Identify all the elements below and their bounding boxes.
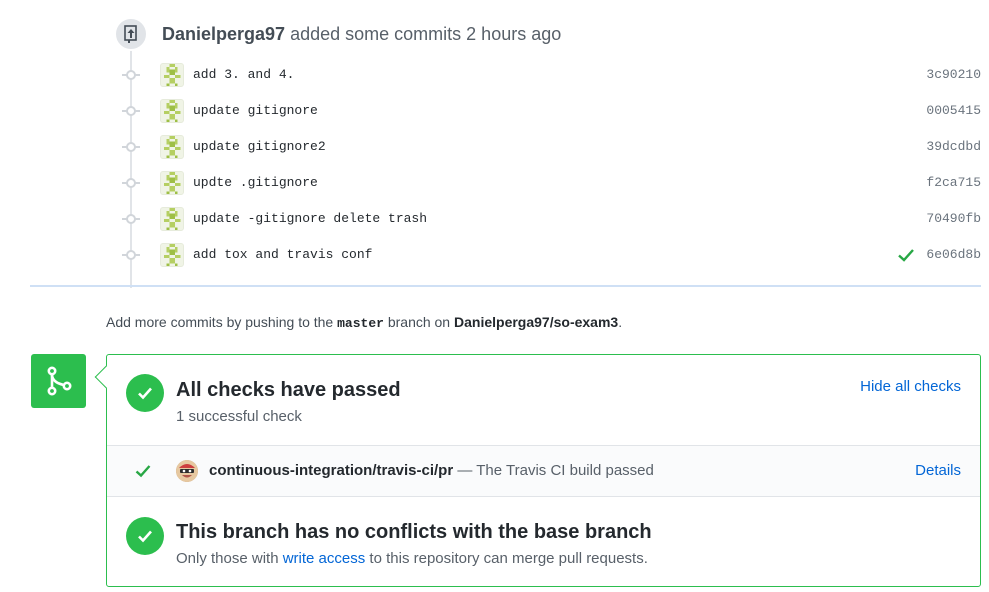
commit-row: add tox and travis conf 6e06d8b [0, 237, 989, 273]
repo-name: Danielperga97/so-exam3 [454, 314, 619, 330]
merge-sub-prefix: Only those with [176, 550, 279, 567]
git-commit-icon [122, 69, 140, 81]
commit-message-link[interactable]: updte .gitignore [193, 175, 318, 190]
commit-message-link[interactable]: update gitignore [193, 103, 318, 118]
commit-row: update gitignore2 39dcdbd [0, 129, 989, 165]
commit-author-avatar[interactable] [160, 99, 184, 123]
merge-status-box: All checks have passed 1 successful chec… [94, 354, 981, 587]
check-icon [135, 464, 151, 478]
commit-sha-link[interactable]: 3c90210 [926, 67, 981, 82]
git-commit-icon [122, 105, 140, 117]
git-commit-icon [122, 141, 140, 153]
commit-message-link[interactable]: add 3. and 4. [193, 67, 294, 82]
push-note-prefix: Add more commits by pushing to the [106, 314, 334, 330]
commit-sha-link[interactable]: 39dcdbd [926, 139, 981, 154]
commit-author-avatar[interactable] [160, 243, 184, 267]
commit-author-avatar[interactable] [160, 63, 184, 87]
merge-conflict-status: This branch has no conflicts with the ba… [107, 497, 980, 587]
event-author-link[interactable]: Danielperga97 [162, 24, 285, 44]
push-note: Add more commits by pushing to the maste… [106, 314, 622, 331]
merge-status-subtitle: Only those with write access to this rep… [176, 550, 648, 567]
push-note-middle: branch on [387, 314, 451, 330]
check-icon[interactable] [897, 247, 915, 263]
check-context: continuous-integration/travis-ci/pr [209, 462, 454, 479]
commit-row: add 3. and 4. 3c90210 [0, 57, 989, 93]
event-time[interactable]: 2 hours ago [466, 24, 561, 44]
branch-name: master [337, 316, 384, 331]
checks-title: All checks have passed [176, 379, 401, 401]
merge-sub-suffix: to this repository can merge pull reques… [369, 550, 648, 567]
commit-row: update -gitignore delete trash 70490fb [0, 201, 989, 237]
commit-author-avatar[interactable] [160, 135, 184, 159]
repo-push-icon [114, 17, 148, 51]
commit-message-link[interactable]: update -gitignore delete trash [193, 211, 427, 226]
check-item: continuous-integration/travis-ci/pr — Th… [107, 445, 980, 497]
commit-row: update gitignore 0005415 [0, 93, 989, 129]
commit-message-link[interactable]: update gitignore2 [193, 139, 326, 154]
push-note-suffix: . [618, 314, 623, 330]
checks-summary: All checks have passed 1 successful chec… [107, 355, 980, 445]
travis-ci-avatar [176, 460, 198, 482]
commit-sha-link[interactable]: f2ca715 [926, 175, 981, 190]
git-commit-icon [122, 249, 140, 261]
event-action: added some commits [290, 24, 462, 44]
check-separator: — [457, 462, 473, 479]
commit-sha-link[interactable]: 6e06d8b [926, 247, 981, 262]
commit-message-link[interactable]: add tox and travis conf [193, 247, 372, 262]
event-header: Danielperga97 added some commits 2 hours… [162, 24, 561, 45]
git-commit-icon [122, 213, 140, 225]
write-access-link[interactable]: write access [283, 550, 366, 567]
checks-subtitle: 1 successful check [176, 408, 302, 425]
git-merge-icon [31, 354, 86, 408]
hide-all-checks-link[interactable]: Hide all checks [860, 378, 961, 395]
commit-sha-link[interactable]: 0005415 [926, 103, 981, 118]
timeline-divider [30, 285, 981, 287]
merge-status-title: This branch has no conflicts with the ba… [176, 521, 652, 543]
commit-author-avatar[interactable] [160, 207, 184, 231]
git-commit-icon [122, 177, 140, 189]
check-circle-icon [126, 374, 164, 412]
commit-author-avatar[interactable] [160, 171, 184, 195]
check-details-link[interactable]: Details [915, 462, 961, 479]
check-description: continuous-integration/travis-ci/pr — Th… [209, 462, 654, 479]
check-status-text: The Travis CI build passed [476, 462, 654, 479]
check-circle-icon [126, 517, 164, 555]
commit-row: updte .gitignore f2ca715 [0, 165, 989, 201]
commit-sha-link[interactable]: 70490fb [926, 211, 981, 226]
